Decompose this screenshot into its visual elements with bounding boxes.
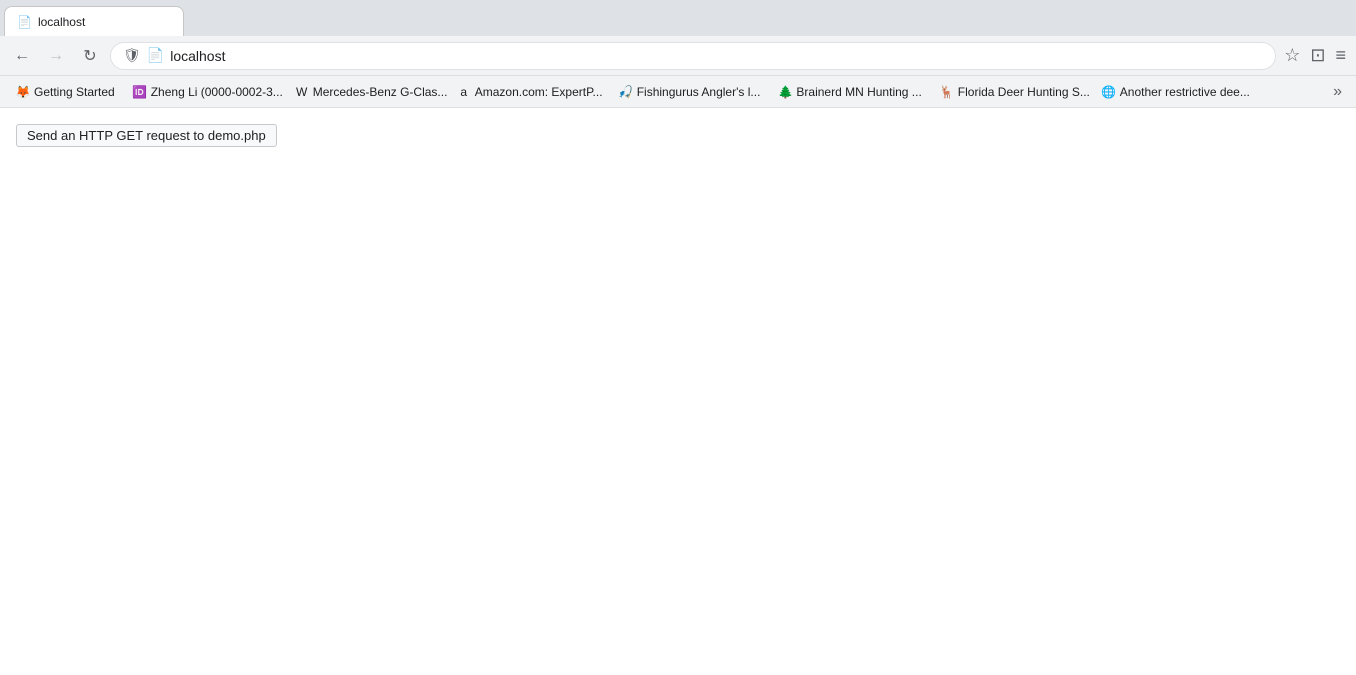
nav-bar: ← → ↻ 🛡 📄 localhost ☆ ⊡ ≡ bbox=[0, 36, 1356, 76]
menu-button[interactable]: ≡ bbox=[1333, 43, 1348, 68]
bookmark-favicon-florida-deer: 🦌 bbox=[940, 85, 954, 99]
bookmark-item-brainerd[interactable]: 🌲 Brainerd MN Hunting ... bbox=[770, 81, 929, 103]
bookmark-label-amazon: Amazon.com: ExpertP... bbox=[475, 85, 603, 99]
bookmark-star-button[interactable]: ☆ bbox=[1282, 43, 1302, 68]
bookmark-label-brainerd: Brainerd MN Hunting ... bbox=[796, 85, 921, 99]
back-button[interactable]: ← bbox=[8, 42, 36, 70]
forward-button[interactable]: → bbox=[42, 42, 70, 70]
bookmark-favicon-getting-started: 🦊 bbox=[16, 85, 30, 99]
bookmark-item-zheng-li[interactable]: 🆔 Zheng Li (0000-0002-3... bbox=[125, 81, 285, 103]
tab-favicon: 📄 bbox=[17, 15, 32, 29]
address-text: localhost bbox=[170, 48, 1263, 64]
address-bar[interactable]: 🛡 📄 localhost bbox=[110, 42, 1276, 70]
bookmark-label-fishingurus: Fishingurus Angler's l... bbox=[637, 85, 761, 99]
bookmark-label-zheng-li: Zheng Li (0000-0002-3... bbox=[151, 85, 283, 99]
more-bookmarks-button[interactable]: » bbox=[1327, 81, 1348, 103]
bookmark-item-florida-deer[interactable]: 🦌 Florida Deer Hunting S... bbox=[932, 81, 1092, 103]
bookmark-label-another-restrictive: Another restrictive dee... bbox=[1120, 85, 1250, 99]
pocket-button[interactable]: ⊡ bbox=[1308, 43, 1327, 68]
bookmark-favicon-another-restrictive: 🌐 bbox=[1102, 85, 1116, 99]
bookmark-favicon-fishingurus: 🎣 bbox=[619, 85, 633, 99]
bookmark-favicon-zheng-li: 🆔 bbox=[133, 85, 147, 99]
bookmark-item-getting-started[interactable]: 🦊 Getting Started bbox=[8, 81, 123, 103]
page-content: Send an HTTP GET request to demo.php bbox=[0, 108, 1356, 675]
http-get-button[interactable]: Send an HTTP GET request to demo.php bbox=[16, 124, 277, 147]
bookmark-item-fishingurus[interactable]: 🎣 Fishingurus Angler's l... bbox=[611, 81, 769, 103]
bookmark-label-florida-deer: Florida Deer Hunting S... bbox=[958, 85, 1090, 99]
active-tab[interactable]: 📄 localhost bbox=[4, 6, 184, 36]
bookmark-favicon-amazon: a bbox=[457, 85, 471, 99]
bookmark-label-getting-started: Getting Started bbox=[34, 85, 115, 99]
bookmark-favicon-mercedes: W bbox=[295, 85, 309, 99]
bookmark-label-mercedes: Mercedes-Benz G-Clas... bbox=[313, 85, 447, 99]
security-icon: 🛡 bbox=[123, 47, 141, 64]
bookmark-item-mercedes[interactable]: W Mercedes-Benz G-Clas... bbox=[287, 81, 447, 103]
bookmark-item-another-restrictive[interactable]: 🌐 Another restrictive dee... bbox=[1094, 81, 1254, 103]
refresh-button[interactable]: ↻ bbox=[76, 42, 104, 70]
tab-bar: 📄 localhost bbox=[0, 0, 1356, 36]
bookmarks-bar: 🦊 Getting Started 🆔 Zheng Li (0000-0002-3..… bbox=[0, 76, 1356, 108]
tab-title: localhost bbox=[38, 15, 85, 29]
bookmark-favicon-brainerd: 🌲 bbox=[778, 85, 792, 99]
bookmark-item-amazon[interactable]: a Amazon.com: ExpertP... bbox=[449, 81, 609, 103]
browser-window: 📄 localhost ← → ↻ 🛡 📄 localhost ☆ ⊡ ≡ 🦊 G… bbox=[0, 0, 1356, 675]
page-icon: 📄 bbox=[147, 47, 164, 64]
